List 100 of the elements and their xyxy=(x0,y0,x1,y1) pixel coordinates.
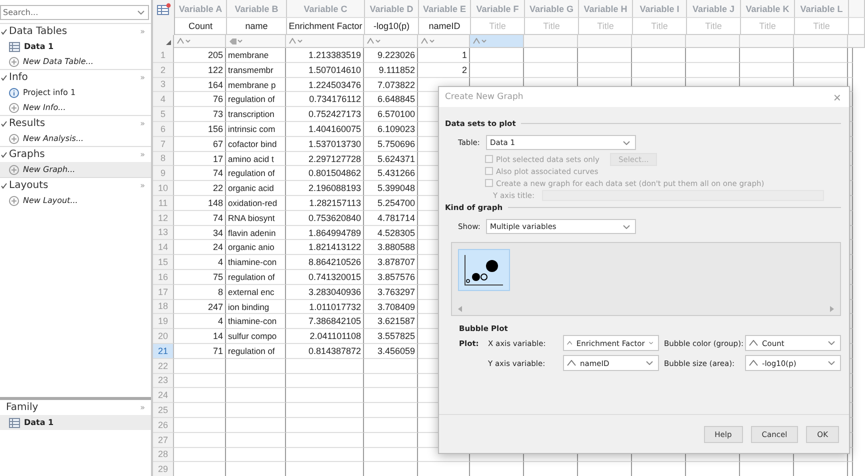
format-cell[interactable] xyxy=(578,35,632,48)
format-cell[interactable] xyxy=(364,35,418,48)
more-button[interactable]: » xyxy=(140,181,145,190)
section-title[interactable]: Info xyxy=(9,72,140,83)
row-number[interactable]: 9 xyxy=(153,166,174,182)
column-header[interactable]: Variable F xyxy=(471,0,525,18)
check-icon[interactable] xyxy=(1,182,7,188)
scroll-left-icon[interactable] xyxy=(458,306,462,312)
format-cell[interactable] xyxy=(632,35,686,48)
format-cell[interactable] xyxy=(794,35,848,48)
column-header[interactable]: Variable H xyxy=(579,0,633,18)
format-cell[interactable] xyxy=(848,35,865,48)
row-number[interactable]: 6 xyxy=(153,122,174,137)
sidebar-item[interactable]: New Info... xyxy=(0,100,151,115)
column-format-icon[interactable] xyxy=(289,38,303,44)
column-header[interactable] xyxy=(849,0,865,18)
column-header[interactable]: Variable C xyxy=(287,0,365,18)
row-number[interactable]: 26 xyxy=(153,418,174,433)
row-number[interactable]: 21 xyxy=(153,344,174,359)
row-number[interactable]: 2 xyxy=(153,62,174,78)
row-number[interactable]: 8 xyxy=(153,152,174,166)
table-cell: organic anio xyxy=(226,240,286,256)
check-icon[interactable] xyxy=(1,152,7,158)
more-button[interactable]: » xyxy=(140,150,145,159)
row-number[interactable]: 16 xyxy=(153,270,174,285)
graph-type-thumbnail[interactable] xyxy=(458,249,510,291)
sidebar-item[interactable]: Project info 1 xyxy=(0,85,151,100)
column-format-icon[interactable] xyxy=(177,38,191,44)
row-number[interactable]: 18 xyxy=(153,300,174,314)
column-header[interactable]: Variable G xyxy=(525,0,579,18)
row-number[interactable]: 29 xyxy=(153,462,174,476)
more-button[interactable]: » xyxy=(140,119,145,128)
row-number[interactable]: 3 xyxy=(153,78,174,92)
close-button[interactable]: × xyxy=(831,90,843,104)
column-header[interactable]: Variable L xyxy=(795,0,849,18)
section-title[interactable]: Results xyxy=(9,118,140,129)
table-icon[interactable] xyxy=(156,3,170,15)
row-number[interactable]: 10 xyxy=(153,181,174,196)
section-title[interactable]: Graphs xyxy=(9,149,140,160)
column-header[interactable]: Variable D xyxy=(365,0,419,18)
row-number[interactable]: 1 xyxy=(153,48,174,63)
more-button[interactable]: » xyxy=(140,73,145,82)
format-cell[interactable] xyxy=(418,35,470,48)
row-number[interactable]: 11 xyxy=(153,196,174,211)
format-cell[interactable] xyxy=(740,35,794,48)
column-header[interactable]: Variable A xyxy=(175,0,227,18)
row-number[interactable]: 25 xyxy=(153,403,174,418)
row-number[interactable]: 15 xyxy=(153,255,174,270)
column-format-icon[interactable] xyxy=(367,38,381,44)
search-field[interactable]: Search... xyxy=(0,5,149,20)
row-number[interactable]: 27 xyxy=(153,432,174,448)
row-number[interactable]: 20 xyxy=(153,329,174,344)
more-button[interactable]: » xyxy=(140,403,145,412)
format-cell[interactable] xyxy=(470,35,524,48)
sidebar-item[interactable]: New Analysis... xyxy=(0,131,151,146)
check-icon[interactable] xyxy=(1,28,7,34)
sidebar-item[interactable]: New Layout... xyxy=(0,193,151,208)
more-button[interactable]: » xyxy=(140,27,145,36)
row-number[interactable]: 13 xyxy=(153,226,174,240)
column-header[interactable]: Variable J xyxy=(687,0,741,18)
format-cell[interactable] xyxy=(686,35,740,48)
section-title[interactable]: Family xyxy=(0,402,140,413)
column-header[interactable]: Variable K xyxy=(741,0,795,18)
row-number[interactable]: 5 xyxy=(153,107,174,122)
table-cell: 7.073822 xyxy=(364,78,418,92)
row-number[interactable]: 28 xyxy=(153,448,174,462)
row-number[interactable]: 19 xyxy=(153,314,174,330)
table-cell xyxy=(364,432,418,448)
column-format-icon[interactable] xyxy=(473,38,487,44)
sidebar-item[interactable]: New Data Table... xyxy=(0,54,151,69)
row-number[interactable]: 7 xyxy=(153,136,174,152)
table-cell: 73 xyxy=(174,107,226,122)
column-format-icon[interactable] xyxy=(421,38,435,44)
row-number[interactable]: 22 xyxy=(153,358,174,374)
column-header[interactable]: Variable I xyxy=(633,0,687,18)
scroll-right-icon[interactable] xyxy=(830,306,834,312)
format-cell[interactable] xyxy=(174,35,226,48)
check-icon[interactable] xyxy=(1,74,7,80)
column-header[interactable]: Variable E xyxy=(419,0,471,18)
column-header[interactable]: Variable B xyxy=(227,0,287,18)
format-cell[interactable] xyxy=(226,35,286,48)
format-cell[interactable] xyxy=(286,35,364,48)
check-icon[interactable] xyxy=(1,120,7,126)
row-number[interactable]: 24 xyxy=(153,388,174,404)
row-number[interactable]: 23 xyxy=(153,374,174,388)
section-title[interactable]: Data Tables xyxy=(9,26,140,37)
row-number[interactable]: 17 xyxy=(153,284,174,300)
section-title[interactable]: Layouts xyxy=(9,180,140,191)
row-number[interactable]: 4 xyxy=(153,92,174,108)
chevron-down-icon[interactable] xyxy=(137,10,145,15)
tag-icon[interactable] xyxy=(229,38,243,44)
table-cell: flavin adenin xyxy=(226,226,286,240)
row-number[interactable]: 14 xyxy=(153,240,174,256)
row-number[interactable]: 12 xyxy=(153,210,174,226)
sidebar-item[interactable]: Data 1 xyxy=(0,39,151,54)
sidebar-item[interactable]: New Graph... xyxy=(0,162,151,177)
sidebar-item[interactable]: Data 1 xyxy=(0,415,151,430)
table-corner[interactable] xyxy=(153,0,175,18)
table-cell: RNA biosynt xyxy=(226,210,286,226)
format-cell[interactable] xyxy=(524,35,578,48)
